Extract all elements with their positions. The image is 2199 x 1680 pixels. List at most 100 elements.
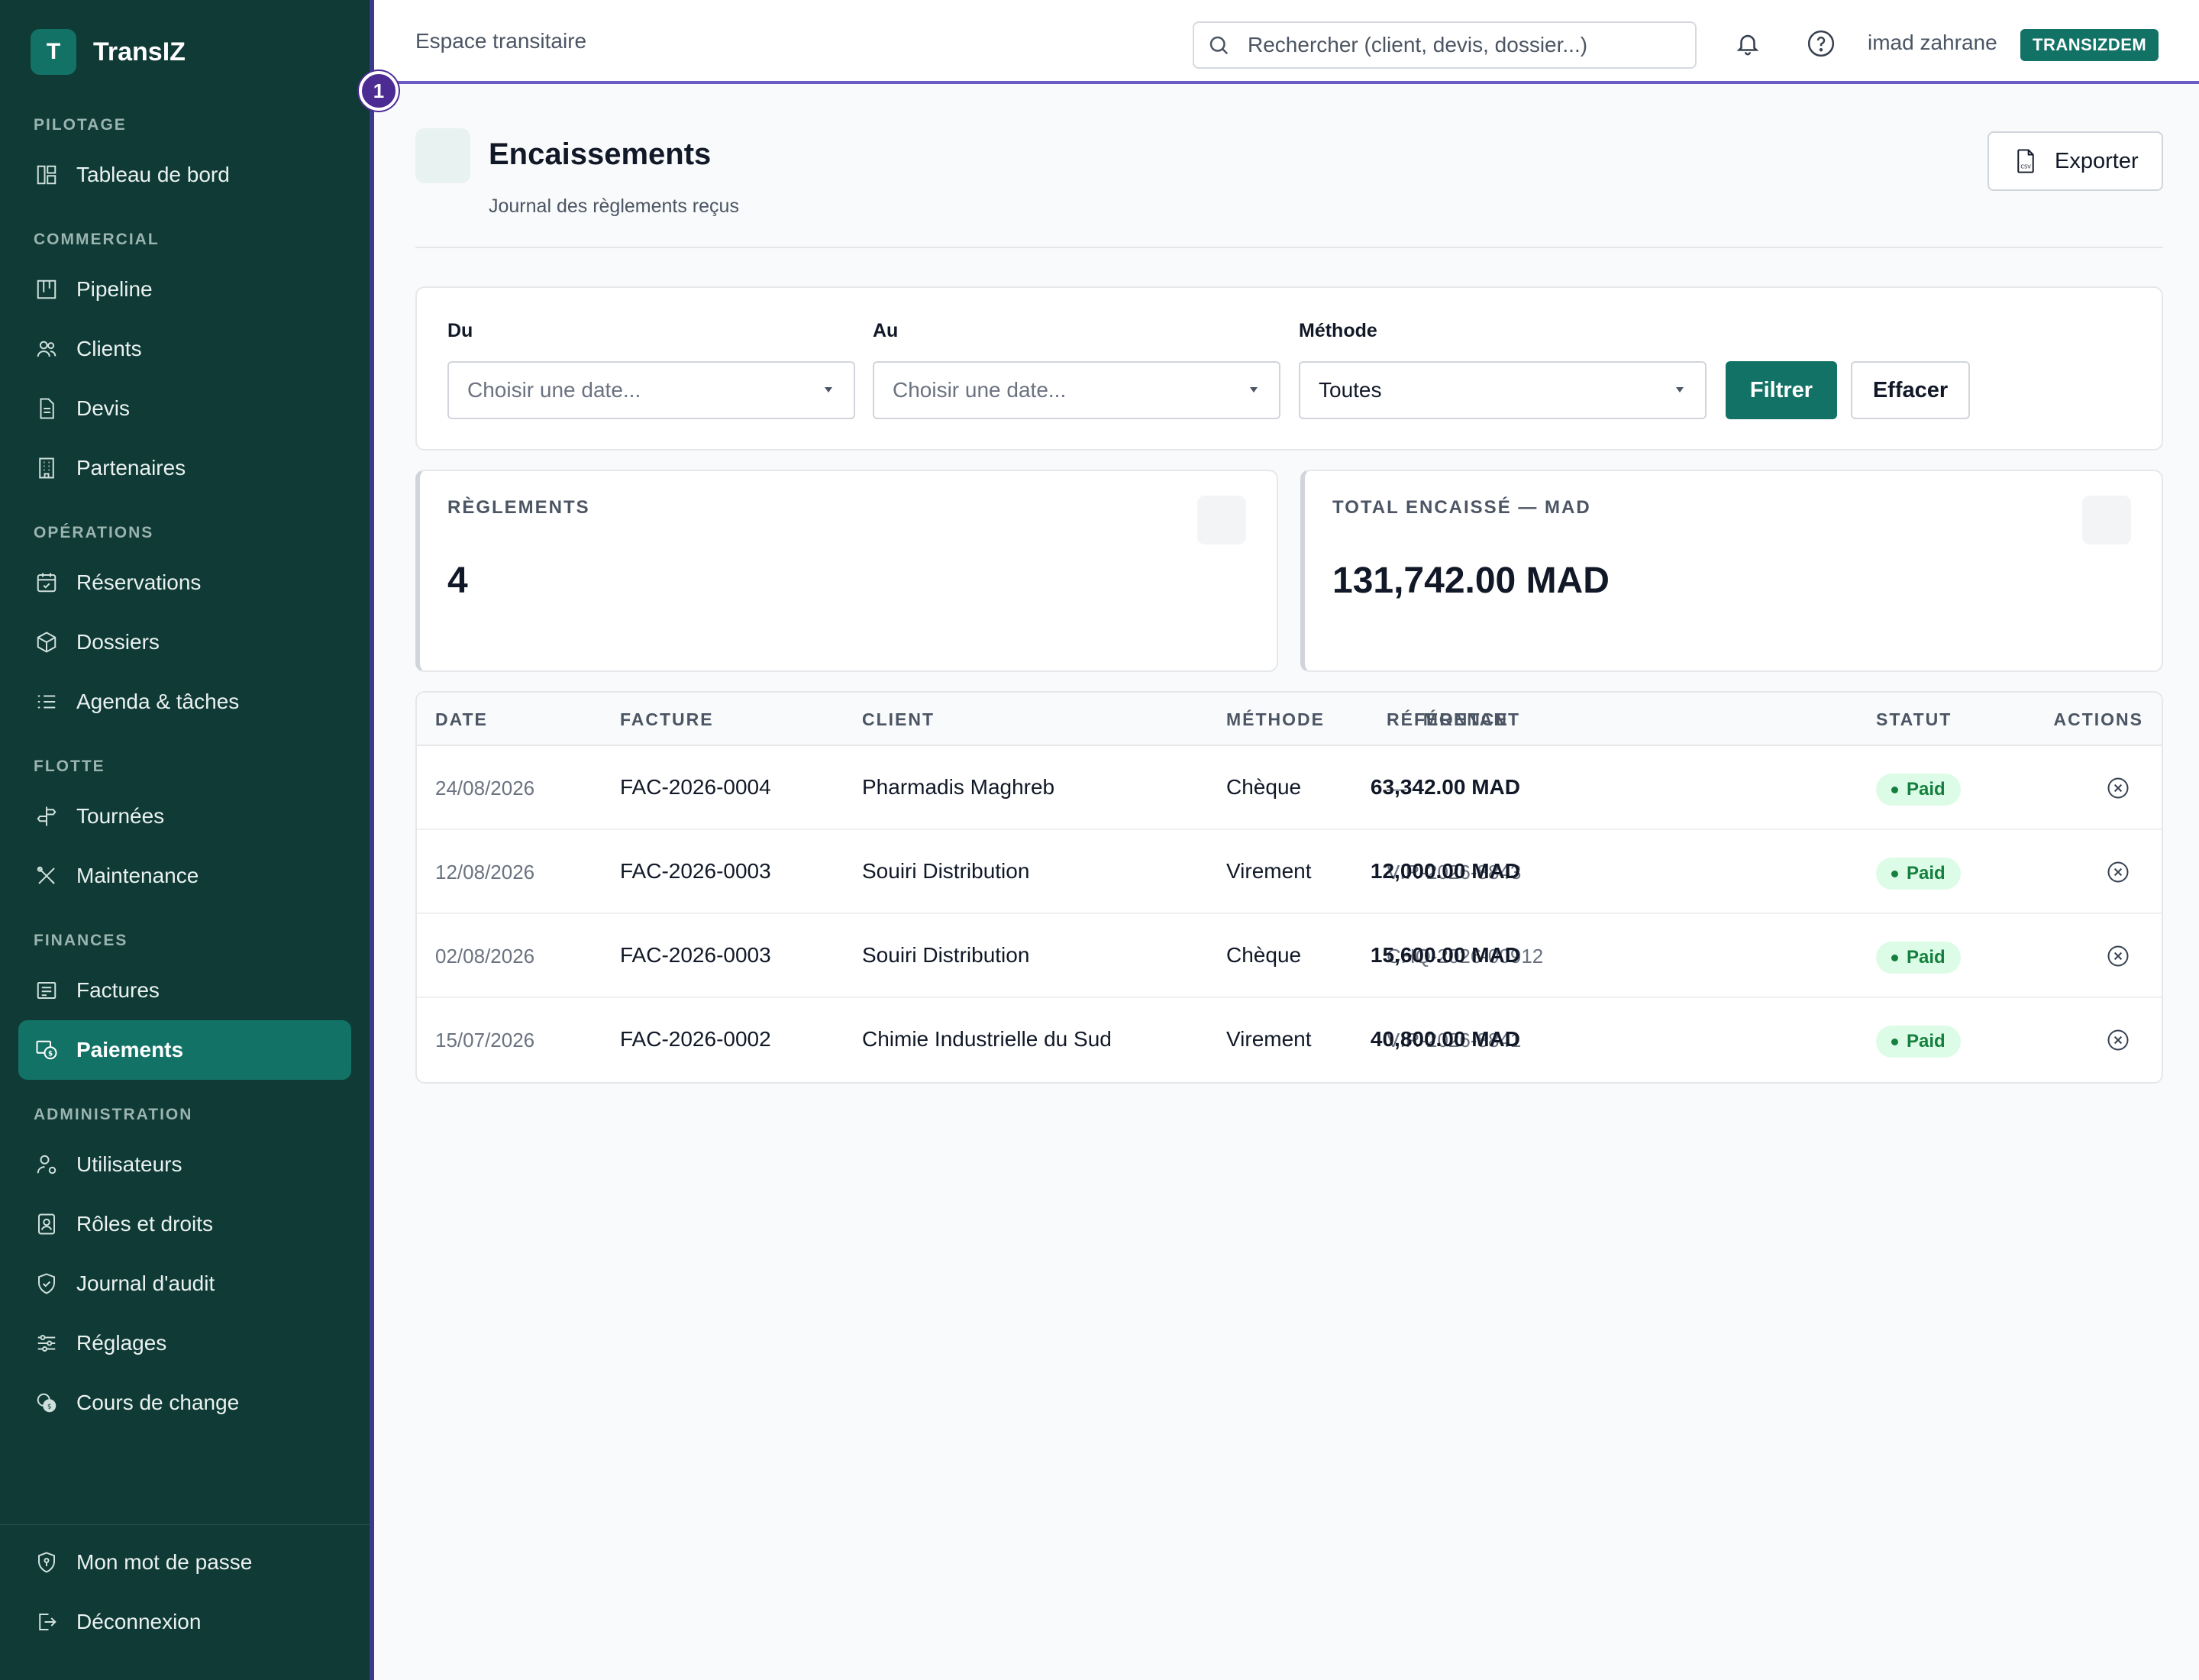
cell-amount: 15,600.00 MAD: [1370, 943, 1520, 967]
sidebar-item-factures[interactable]: Factures: [0, 961, 370, 1020]
tenant-badge: TRANSIZDEM: [2020, 29, 2159, 61]
sidebar-item-r-glages[interactable]: Réglages: [0, 1313, 370, 1373]
topbar: Espace transitaire imad zahrane TRANSIZD…: [374, 0, 2199, 84]
help-icon[interactable]: [1803, 26, 1839, 61]
sidebar-item-tourn-es[interactable]: Tournées: [0, 787, 370, 846]
notifications-bell-icon[interactable]: [1730, 26, 1765, 61]
sidebar-item-label: Tournées: [76, 804, 165, 828]
invoice-icon: [34, 977, 60, 1003]
sidebar-item-label: Dossiers: [76, 630, 160, 654]
status-badge: Paid: [1876, 1026, 1961, 1058]
total-collected-label: TOTAL ENCAISSÉ — MAD: [1332, 497, 1591, 518]
cell-invoice: FAC-2026-0003: [620, 859, 771, 883]
table-row[interactable]: 12/08/2026 FAC-2026-0003 Souiri Distributi…: [417, 830, 2162, 914]
column-header-amount[interactable]: MONTANT: [1423, 709, 1520, 730]
table-row[interactable]: 15/07/2026 FAC-2026-0002 Chimie Industriel…: [417, 998, 2162, 1082]
total-collected-value: 131,742.00 MAD: [1332, 561, 1610, 601]
cell-date: 15/07/2026: [435, 1029, 535, 1052]
page-subtitle: Journal des règlements reçus: [489, 195, 739, 217]
signpost-icon: [34, 803, 60, 829]
column-header-status[interactable]: STATUT: [1876, 709, 1952, 730]
sidebar-item-label: Mon mot de passe: [76, 1550, 253, 1574]
svg-text:$: $: [47, 1404, 52, 1411]
sidebar-item-clients[interactable]: Clients: [0, 319, 370, 379]
method-label: Méthode: [1299, 320, 1377, 341]
cell-method: Virement: [1226, 1027, 1312, 1051]
from-date-select[interactable]: Choisir une date...: [447, 361, 855, 419]
search-icon: [1205, 31, 1232, 59]
search-box[interactable]: [1193, 21, 1697, 69]
from-date-label: Du: [447, 320, 473, 341]
logout-icon: [34, 1609, 60, 1635]
column-header-actions: ACTIONS: [2053, 709, 2143, 729]
svg-text:CSV: CSV: [2020, 164, 2031, 170]
table-row[interactable]: 24/08/2026 FAC-2026-0004 Pharmadis Maghreb…: [417, 746, 2162, 830]
sidebar-item-pipeline[interactable]: Pipeline: [0, 260, 370, 319]
filter-button[interactable]: Filtrer: [1726, 361, 1837, 419]
sidebar-item-r-servations[interactable]: Réservations: [0, 553, 370, 612]
sidebar-item-label: Devis: [76, 396, 131, 420]
search-input[interactable]: [1248, 33, 1675, 57]
table-row[interactable]: 02/08/2026 FAC-2026-0003 Souiri Distributi…: [417, 914, 2162, 998]
column-header-date[interactable]: DATE: [435, 709, 488, 730]
cancel-payment-icon[interactable]: [2105, 859, 2131, 885]
sidebar-item-r-les-et-droits[interactable]: Rôles et droits: [0, 1194, 370, 1254]
cancel-payment-icon[interactable]: [2105, 943, 2131, 969]
sidebar-nav: PILOTAGE Tableau de bord COMMERCIAL Pipelin…: [0, 105, 370, 1433]
method-select[interactable]: Toutes: [1299, 361, 1707, 419]
calendar-check-icon: [34, 570, 60, 596]
sidebar-bottom-nav: Mon mot de passe Déconnexion: [0, 1524, 370, 1652]
sidebar-section-title: COMMERCIAL: [34, 231, 160, 248]
sidebar-item-utilisateurs[interactable]: Utilisateurs: [0, 1135, 370, 1194]
sidebar-item-agenda-t-ches[interactable]: Agenda & tâches: [0, 672, 370, 732]
filters-panel: Du Choisir une date... Au Choisir une da…: [415, 286, 2163, 451]
cancel-payment-icon[interactable]: [2105, 775, 2131, 801]
username[interactable]: imad zahrane: [1868, 31, 1997, 55]
sidebar-item-label: Partenaires: [76, 456, 186, 480]
payments-count-card: RÈGLEMENTS 4: [415, 470, 1278, 672]
cancel-payment-icon[interactable]: [2105, 1027, 2131, 1053]
page-title: Encaissements: [489, 137, 712, 171]
chevron-down-icon: [1250, 387, 1258, 393]
sidebar-item-tableau-de-bord[interactable]: Tableau de bord: [0, 145, 370, 205]
column-header-client[interactable]: CLIENT: [862, 709, 935, 730]
sidebar-item-label: Tableau de bord: [76, 163, 230, 186]
brand[interactable]: T TransIZ: [31, 29, 186, 75]
cell-date: 12/08/2026: [435, 861, 535, 884]
sidebar-item-label: Factures: [76, 978, 160, 1002]
sidebar-item-maintenance[interactable]: Maintenance: [0, 846, 370, 906]
sidebar-item-devis[interactable]: Devis: [0, 379, 370, 438]
clear-button[interactable]: Effacer: [1851, 361, 1970, 419]
dashboard-icon: [34, 162, 60, 188]
sidebar-item-label: Réservations: [76, 570, 202, 594]
kanban-icon: [34, 276, 60, 302]
sidebar-item-dossiers[interactable]: Dossiers: [0, 612, 370, 672]
sidebar-item-journal-d-audit[interactable]: Journal d'audit: [0, 1254, 370, 1313]
sidebar-item-mon-mot-de-passe[interactable]: Mon mot de passe: [0, 1533, 370, 1592]
sidebar-item-partenaires[interactable]: Partenaires: [0, 438, 370, 498]
to-date-select[interactable]: Choisir une date...: [873, 361, 1280, 419]
cell-invoice: FAC-2026-0002: [620, 1027, 771, 1051]
status-badge: Paid: [1876, 858, 1961, 890]
shield-check-icon: [34, 1271, 60, 1297]
cell-amount: 12,000.00 MAD: [1370, 859, 1520, 883]
sidebar-section-title: PILOTAGE: [34, 116, 127, 134]
sidebar-section-title: ADMINISTRATION: [34, 1106, 193, 1123]
total-collected-card: TOTAL ENCAISSÉ — MAD 131,742.00 MAD: [1300, 470, 2163, 672]
sidebar-item-paiements[interactable]: $ Paiements: [18, 1020, 351, 1080]
sidebar-item-cours-de-change[interactable]: $ Cours de change: [0, 1373, 370, 1433]
column-header-invoice[interactable]: FACTURE: [620, 709, 714, 730]
cell-date: 02/08/2026: [435, 945, 535, 968]
sliders-icon: [34, 1330, 60, 1356]
cell-method: Virement: [1226, 859, 1312, 883]
sidebar-section-title: FLOTTE: [34, 758, 105, 775]
column-header-method[interactable]: MÉTHODE: [1226, 709, 1325, 730]
cell-amount: 63,342.00 MAD: [1370, 775, 1520, 799]
header-divider: [415, 247, 2163, 248]
sidebar-item-d-connexion[interactable]: Déconnexion: [0, 1592, 370, 1652]
csv-file-icon: CSV: [2012, 147, 2039, 175]
sidebar-item-label: Paiements: [76, 1038, 184, 1061]
cell-invoice: FAC-2026-0004: [620, 775, 771, 799]
cell-method: Chèque: [1226, 775, 1302, 799]
export-button[interactable]: CSV Exporter: [1987, 131, 2163, 191]
